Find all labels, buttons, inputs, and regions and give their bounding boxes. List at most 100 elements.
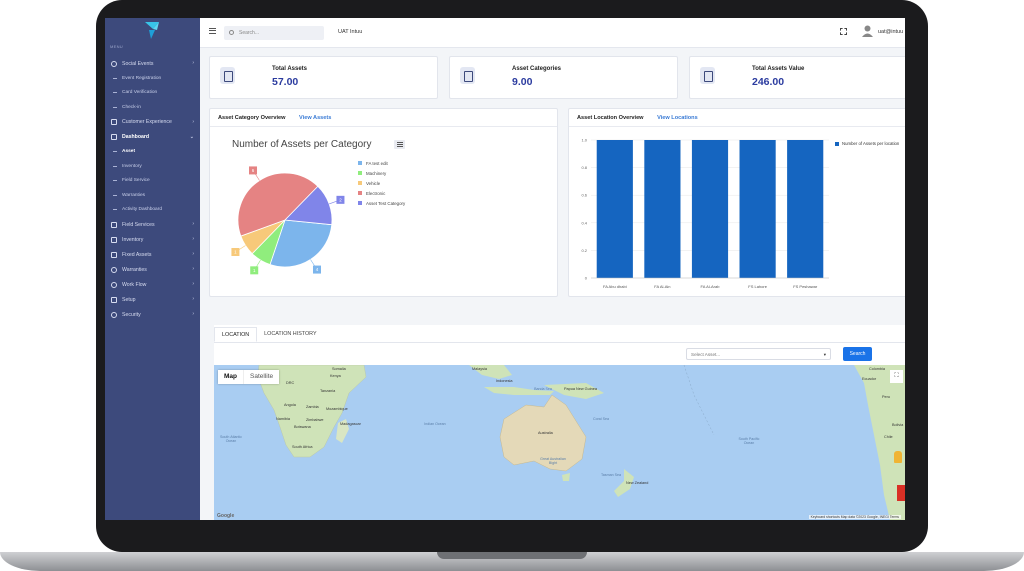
topbar: Search... UAT Intuu uat@intuu xyxy=(200,18,905,48)
pegman-icon[interactable] xyxy=(894,451,902,463)
pie-legend-item[interactable]: FA test edit xyxy=(358,158,405,168)
sidebar-item-field-services[interactable]: Field Services › xyxy=(105,217,200,232)
bar[interactable] xyxy=(596,140,633,278)
map-country-label: New Zealand xyxy=(626,481,649,485)
sidebar-subitem-activity-dashboard[interactable]: Activity Dashboard xyxy=(105,203,200,218)
pie-chart: 41162 xyxy=(231,166,345,275)
map-country-label: Peru xyxy=(882,395,891,399)
sidebar-item-customer-experience[interactable]: Customer Experience › xyxy=(105,115,200,130)
map-fullscreen-icon[interactable]: ⛶ xyxy=(890,370,903,383)
map-sea-label: Tasman Sea xyxy=(601,473,621,477)
stat-card-total-assets: Total Assets 57.00 xyxy=(209,56,438,99)
map-footer[interactable]: Keyboard shortcuts Map data ©2023 Google… xyxy=(808,515,901,519)
map-view[interactable]: Map Satellite ⛶ Somalia Kenya DRC Tanzania A… xyxy=(214,365,905,520)
sidebar-subitem-warranties[interactable]: Warranties xyxy=(105,188,200,203)
y-tick-label: 0.4 xyxy=(581,220,587,225)
asset-location-panel: Asset Location Overview View Locations 0… xyxy=(568,108,905,297)
sidebar-subitem-inventory[interactable]: Inventory xyxy=(105,159,200,174)
dash-icon xyxy=(113,209,117,211)
search-placeholder: Search... xyxy=(239,30,260,36)
sidebar-item-label: Event Registration xyxy=(122,75,162,81)
bar-legend-item[interactable]: Number of Assets per location xyxy=(835,141,899,146)
sidebar-subitem-event-registration[interactable]: Event Registration xyxy=(105,71,200,86)
bar[interactable] xyxy=(739,140,776,278)
legend-swatch xyxy=(835,141,839,146)
sidebar-item-label: Field Services xyxy=(122,221,155,228)
panel-header: Asset Location Overview View Locations xyxy=(569,109,905,127)
view-locations-link[interactable]: View Locations xyxy=(657,115,698,121)
map-type-map-button[interactable]: Map xyxy=(218,370,243,384)
map-country-label: Botswana xyxy=(294,425,311,429)
sidebar-item-setup[interactable]: Setup › xyxy=(105,292,200,307)
map-sea-label: Indian Ocean xyxy=(424,422,446,426)
zoom-control[interactable] xyxy=(897,485,905,501)
view-assets-link[interactable]: View Assets xyxy=(299,115,331,121)
clipboard-icon xyxy=(700,67,715,84)
sidebar-subitem-card-verification[interactable]: Card Verification xyxy=(105,86,200,101)
sidebar-item-label: Security xyxy=(122,311,141,318)
location-tabs-panel: LOCATION LOCATION HISTORY Select Asset..… xyxy=(214,325,905,520)
hamburger-icon[interactable] xyxy=(209,28,216,35)
map-land xyxy=(257,365,905,520)
map-country-label: Namibia xyxy=(276,417,290,421)
sidebar-item-work-flow[interactable]: Work Flow › xyxy=(105,277,200,292)
legend-label: Number of Assets per location xyxy=(842,141,900,146)
map-country-label: Zambia xyxy=(306,405,319,409)
sidebar-item-label: Fixed Assets xyxy=(122,251,152,258)
map-type-satellite-button[interactable]: Satellite xyxy=(243,370,279,384)
sidebar-item-inventory[interactable]: Inventory › xyxy=(105,232,200,247)
pie-legend-item[interactable]: Asset Test Category xyxy=(358,198,405,208)
legend-label: Electronic xyxy=(366,190,386,196)
sidebar-item-label: Social Events xyxy=(122,60,154,67)
tab-location[interactable]: LOCATION xyxy=(214,327,258,342)
chevron-right-icon: › xyxy=(192,311,194,317)
sidebar-item-social-events[interactable]: Social Events › xyxy=(105,56,200,71)
app-logo-icon[interactable] xyxy=(141,20,163,40)
dash-icon xyxy=(113,151,117,153)
fullscreen-icon[interactable] xyxy=(840,28,847,35)
sidebar-item-label: Asset xyxy=(122,149,136,155)
user-avatar-icon[interactable] xyxy=(862,25,873,37)
app-screen: MENU Social Events › Event Registration Car… xyxy=(105,18,905,520)
y-tick-label: 1.0 xyxy=(581,138,587,143)
map-country-label: Somalia xyxy=(332,367,346,371)
tab-location-history[interactable]: LOCATION HISTORY xyxy=(257,327,323,342)
user-name[interactable]: uat@intuu xyxy=(878,29,903,35)
legend-swatch xyxy=(358,191,362,195)
sidebar-subitem-check-in[interactable]: Check-in xyxy=(105,100,200,115)
map-country-label: Bolivia xyxy=(892,423,904,427)
map-country-label: Angola xyxy=(284,403,296,407)
pie-legend-item[interactable]: Machinery xyxy=(358,168,405,178)
asset-select[interactable]: Select Asset... ▾ xyxy=(686,348,831,360)
x-tick-label: FS Lahore xyxy=(748,284,767,289)
sidebar-item-warranties[interactable]: Warranties › xyxy=(105,262,200,277)
map-type-toggle: Map Satellite xyxy=(218,370,280,384)
map-sea-label: Great Australian Bight xyxy=(540,457,566,465)
legend-label: Machinery xyxy=(366,170,387,176)
search-input[interactable]: Search... xyxy=(224,26,324,40)
bar[interactable] xyxy=(691,140,729,278)
bar[interactable] xyxy=(787,140,824,278)
circle-icon xyxy=(111,281,117,288)
grid-icon xyxy=(111,134,117,140)
map-country-label: Zimbabwe xyxy=(306,418,324,422)
dash-icon xyxy=(113,77,117,79)
sidebar-item-dashboard[interactable]: Dashboard ⌄ xyxy=(105,130,200,145)
pie-legend-item[interactable]: Electronic xyxy=(358,188,405,198)
y-tick-label: 0 xyxy=(585,276,588,281)
sidebar-item-label: Field Service xyxy=(122,178,150,184)
sidebar-subitem-asset[interactable]: Asset xyxy=(105,145,200,160)
sidebar-item-label: Dashboard xyxy=(122,134,150,140)
sidebar-item-fixed-assets[interactable]: Fixed Assets › xyxy=(105,247,200,262)
pie-legend-item[interactable]: Vehicle xyxy=(358,178,405,188)
map-sea-label: Banda Sea xyxy=(534,387,552,391)
sidebar-item-security[interactable]: Security › xyxy=(105,307,200,322)
sidebar-subitem-field-service[interactable]: Field Service xyxy=(105,174,200,189)
chevron-right-icon: › xyxy=(192,281,194,287)
bar[interactable] xyxy=(644,140,681,278)
pie-legend: FA test edit Machinery Vehicle Electronic As… xyxy=(358,158,405,208)
sidebar-item-label: Warranties xyxy=(122,266,147,273)
stat-value: 246.00 xyxy=(752,76,785,88)
search-button[interactable]: Search xyxy=(843,347,872,361)
sidebar-item-label: Card Verification xyxy=(122,90,158,96)
